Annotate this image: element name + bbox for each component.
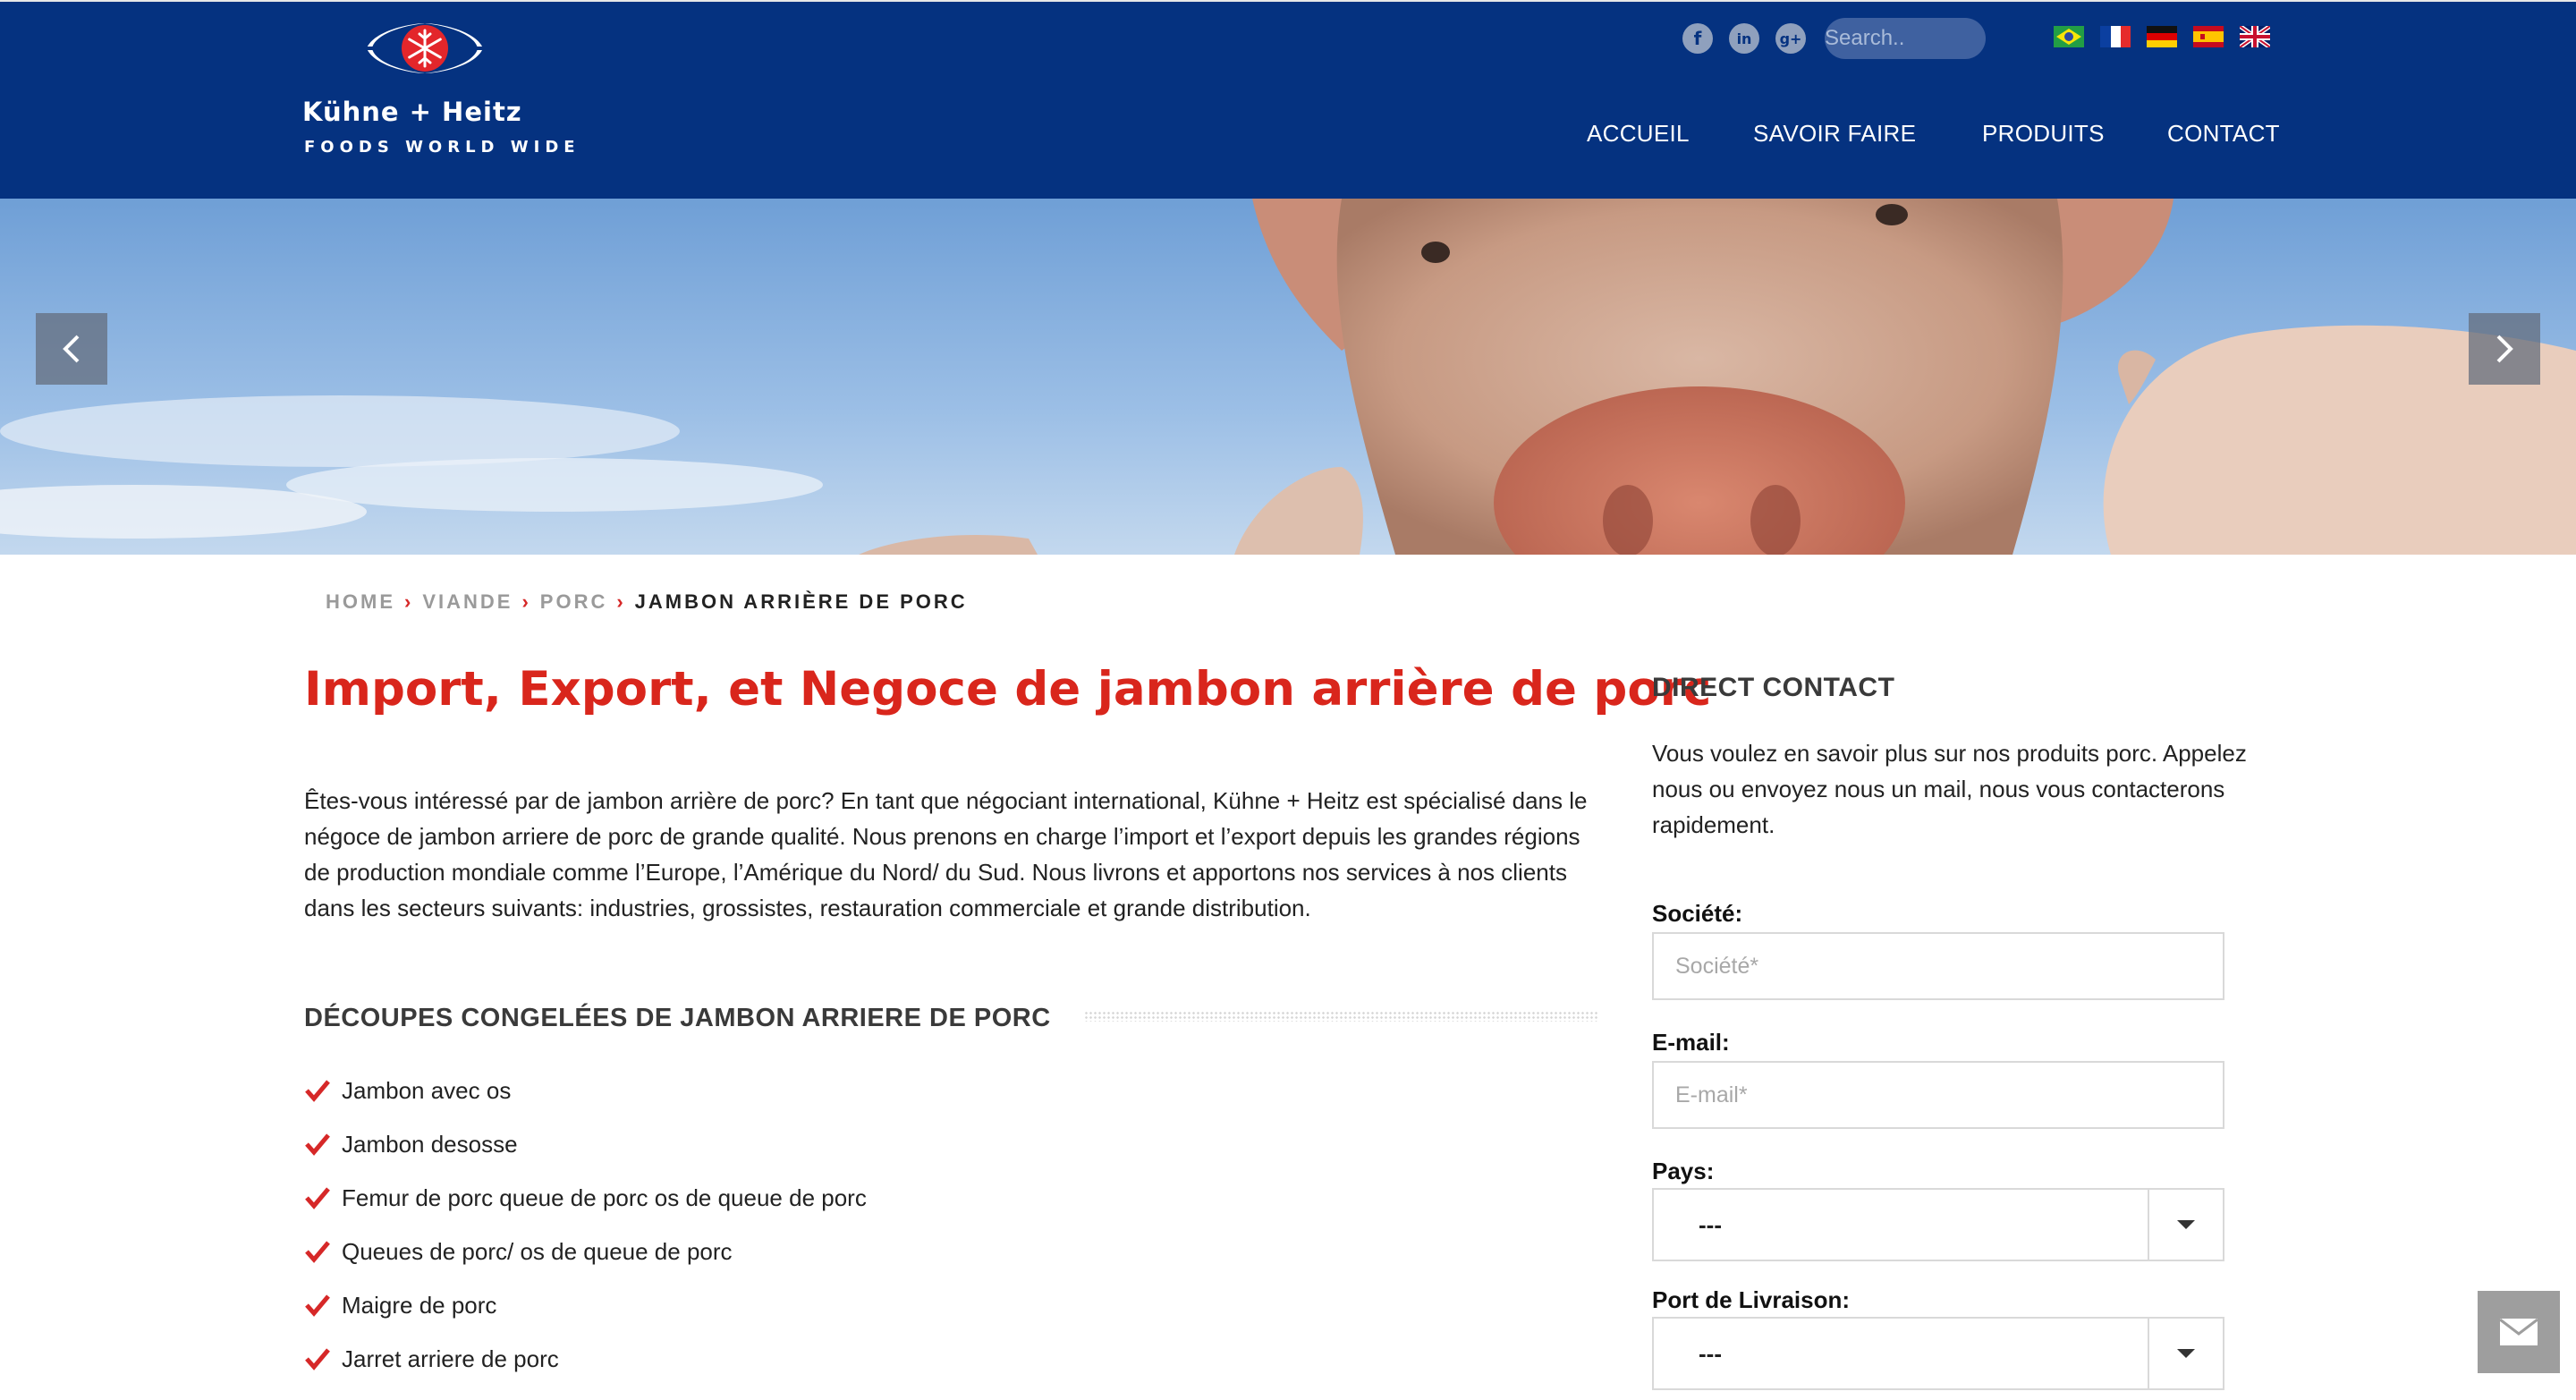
country-select-toggle[interactable] <box>2148 1190 2223 1260</box>
list-item: Jambon desosse <box>304 1126 518 1162</box>
list-item: Jambon avec os <box>304 1073 511 1108</box>
breadcrumb-separator: › <box>404 590 414 613</box>
section-divider <box>1084 1011 1597 1022</box>
linkedin-icon[interactable]: in <box>1729 23 1759 54</box>
slider-next-button[interactable] <box>2469 313 2540 385</box>
breadcrumb-porc[interactable]: PORC <box>540 590 608 613</box>
breadcrumb-separator: › <box>521 590 531 613</box>
snowflake-logo-icon <box>358 23 492 73</box>
breadcrumb-current: JAMBON ARRIÈRE DE PORC <box>634 590 968 613</box>
spain-flag-icon[interactable] <box>2193 26 2224 47</box>
email-label: E-mail: <box>1652 1029 1730 1056</box>
list-item: Queues de porc/ os de queue de porc <box>304 1234 733 1269</box>
breadcrumb-viande[interactable]: VIANDE <box>422 590 513 613</box>
chevron-left-icon <box>63 335 80 363</box>
chevron-right-icon <box>2496 335 2513 363</box>
list-item-label: Jambon avec os <box>342 1076 512 1104</box>
checkmark-icon <box>305 1133 330 1156</box>
country-label: Pays: <box>1652 1158 1715 1184</box>
search-input[interactable] <box>1825 18 1986 59</box>
brazil-flag-icon[interactable] <box>2054 26 2084 47</box>
country-select[interactable]: --- <box>1652 1188 2224 1261</box>
france-flag-icon[interactable] <box>2100 26 2131 47</box>
caret-down-icon <box>2177 1349 2195 1358</box>
direct-contact-text: Vous voulez en savoir plus sur nos produ… <box>1652 740 2247 838</box>
country-select-value: --- <box>1699 1211 1722 1238</box>
facebook-icon[interactable]: f <box>1682 23 1713 54</box>
site-header: Kühne + Heitz FOODS WORLD WIDE f in g+ A… <box>0 0 2576 199</box>
breadcrumb: HOME › VIANDE › PORC › JAMBON ARRIÈRE DE PORC <box>326 590 968 614</box>
nav-savoir-faire[interactable]: SAVOIR FAIRE <box>1753 120 1916 148</box>
list-item: Jarret arriere de porc <box>304 1341 559 1377</box>
list-item-label: Femur de porc queue de porc os de queue … <box>342 1184 867 1211</box>
list-item-label: Jambon desosse <box>342 1130 518 1158</box>
section-title: DÉCOUPES CONGELÉES DE JAMBON ARRIERE DE … <box>304 1004 1051 1032</box>
google-plus-icon[interactable]: g+ <box>1775 23 1806 54</box>
list-item: Maigre de porc <box>304 1287 496 1323</box>
company-label: Société: <box>1652 900 1743 927</box>
port-select[interactable]: --- <box>1652 1317 2224 1390</box>
port-label: Port de Livraison: <box>1652 1286 1851 1313</box>
contact-mail-button[interactable] <box>2478 1291 2560 1373</box>
nav-produits[interactable]: PRODUITS <box>1982 120 2105 148</box>
nav-contact[interactable]: CONTACT <box>2167 120 2280 148</box>
uk-flag-icon[interactable] <box>2240 26 2270 47</box>
envelope-icon <box>2499 1318 2538 1345</box>
intro-paragraph: Êtes-vous intéressé par de jambon arrièr… <box>304 787 1588 921</box>
checkmark-icon <box>305 1294 330 1317</box>
brand-name: Kühne + Heitz <box>302 97 522 127</box>
company-input[interactable] <box>1652 932 2224 1000</box>
port-select-toggle[interactable] <box>2148 1319 2223 1388</box>
pig-hero-image <box>0 199 2576 555</box>
checkmark-icon <box>305 1348 330 1370</box>
site-logo[interactable]: Kühne + Heitz FOODS WORLD WIDE <box>302 18 580 170</box>
checkmark-icon <box>305 1241 330 1263</box>
breadcrumb-home[interactable]: HOME <box>326 590 395 613</box>
caret-down-icon <box>2177 1220 2195 1229</box>
list-item: Femur de porc queue de porc os de queue … <box>304 1180 867 1216</box>
checkmark-icon <box>305 1080 330 1102</box>
email-input[interactable] <box>1652 1061 2224 1129</box>
list-item-label: Maigre de porc <box>342 1291 497 1319</box>
slider-prev-button[interactable] <box>36 313 107 385</box>
page-title: Import, Export, et Negoce de jambon arri… <box>304 662 1712 717</box>
list-item-label: Jarret arriere de porc <box>342 1345 559 1372</box>
checkmark-icon <box>305 1187 330 1209</box>
brand-tagline: FOODS WORLD WIDE <box>304 138 580 157</box>
germany-flag-icon[interactable] <box>2147 26 2177 47</box>
hero-slider <box>0 199 2576 555</box>
list-item-label: Queues de porc/ os de queue de porc <box>342 1237 733 1265</box>
direct-contact-title: DIRECT CONTACT <box>1652 673 1895 702</box>
nav-accueil[interactable]: ACCUEIL <box>1587 120 1690 148</box>
port-select-value: --- <box>1699 1340 1722 1367</box>
breadcrumb-separator: › <box>616 590 626 613</box>
